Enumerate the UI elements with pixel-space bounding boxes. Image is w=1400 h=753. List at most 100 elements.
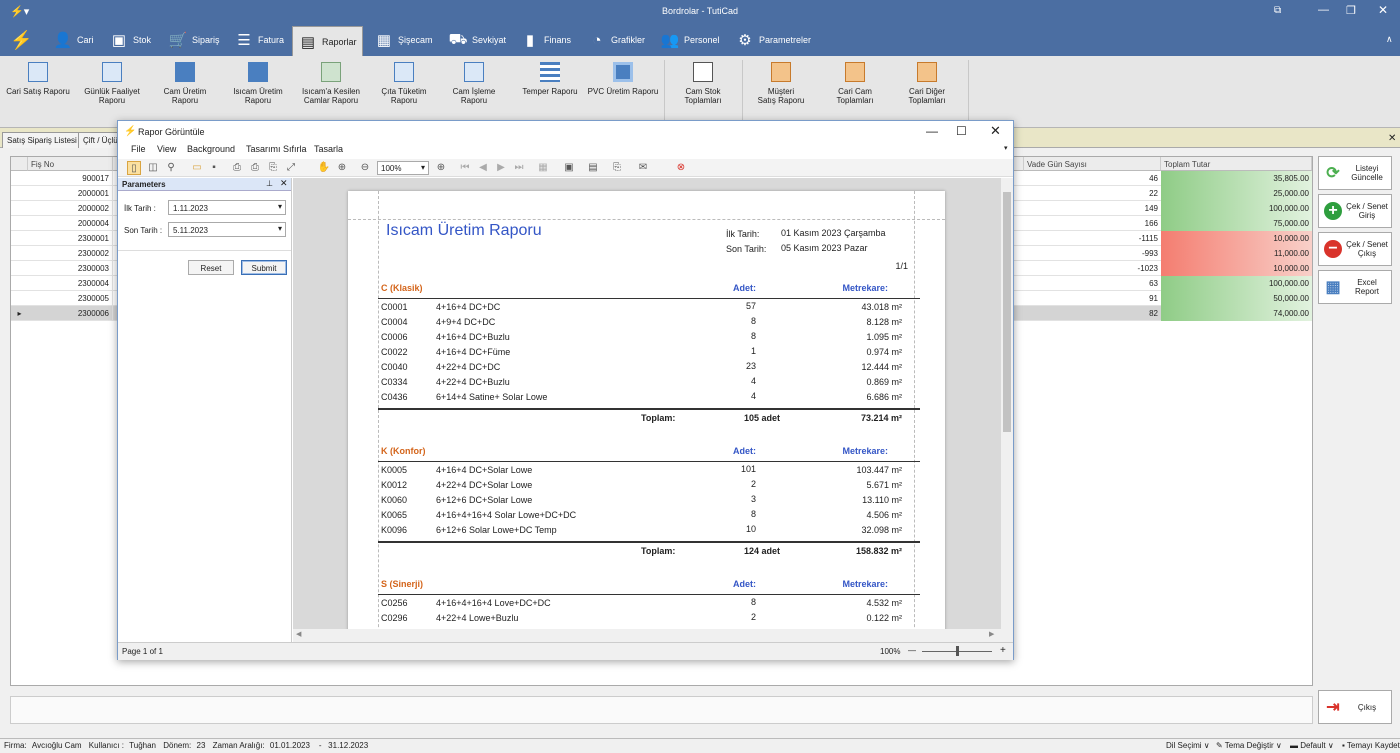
document-map-icon[interactable]: ◫ [146, 161, 160, 175]
son-tarih-input[interactable]: 5.11.2023 ▾ [168, 222, 286, 237]
zoom-out-icon[interactable]: ⊖ [358, 161, 372, 175]
menu-cari[interactable]: 👤 Cari [48, 24, 99, 56]
cek-senet-giris-button[interactable]: + Çek / Senet Giriş [1318, 194, 1392, 228]
find-icon[interactable]: ⚲ [164, 161, 178, 175]
refresh-list-button[interactable]: ⟳ Listeyi Güncelle [1318, 156, 1392, 190]
viewer-close-button[interactable]: ✕ [990, 123, 1001, 139]
grid-header-vade[interactable]: Vade Gün Sayısı [1024, 157, 1161, 171]
menu-background[interactable]: Background [187, 144, 235, 154]
pin-icon[interactable]: ⊥ [266, 179, 273, 188]
row-metrekare: 13.110 m² [862, 495, 902, 505]
ribbon-cam-stok[interactable]: Cam Stok Toplamları [670, 62, 736, 105]
grid-header-toplam[interactable]: Toplam Tutar [1161, 157, 1312, 171]
save-theme-button[interactable]: ▪ Temayı Kaydet [1342, 741, 1400, 750]
scroll-left-icon[interactable]: ◀ [296, 630, 301, 638]
page-setup-icon[interactable]: ⎘ [266, 161, 280, 175]
menu-file[interactable]: File [131, 144, 146, 154]
menu-sevkiyat[interactable]: ⛟ Sevkiyat [443, 24, 511, 56]
email-icon[interactable]: ✉ [636, 161, 650, 175]
ribbon-pvc-uretim[interactable]: PVC Üretim Raporu [586, 62, 660, 96]
ilk-tarih-input[interactable]: 1.11.2023 ▾ [168, 200, 286, 215]
ribbon-isicam-uretim[interactable]: Isıcam Üretim Raporu [224, 62, 292, 105]
glass-icon [175, 62, 195, 82]
vertical-scrollbar[interactable] [1001, 178, 1013, 629]
menu-view[interactable]: View [157, 144, 176, 154]
tab-satis-siparis-listesi[interactable]: Satış Sipariş Listesi [2, 132, 82, 148]
ribbon-musteri-satis[interactable]: Müşteri Satış Raporu [748, 62, 814, 105]
ribbon-cari-diger[interactable]: Cari Diğer Toplamları [894, 62, 960, 105]
open-icon[interactable]: ▭ [190, 161, 204, 175]
submit-button[interactable]: Submit [241, 260, 287, 275]
multiple-pages-icon[interactable]: ▦ [536, 161, 550, 175]
export-icon[interactable]: ⎘ [610, 161, 624, 175]
menu-fatura[interactable]: ☰ Fatura [229, 24, 289, 56]
print-icon[interactable]: ⎙ [230, 161, 244, 175]
theme-change-button[interactable]: ✎ Tema Değiştir ∨ [1216, 741, 1282, 750]
minimize-button[interactable]: — [1318, 4, 1329, 16]
scale-icon[interactable]: ⤢ [284, 161, 298, 175]
background-color-icon[interactable]: ▣ [562, 161, 576, 175]
cell-vade: 82 [1149, 309, 1158, 318]
menu-finans[interactable]: ▮ Finans [515, 24, 576, 56]
restore-icon[interactable]: ⧉ [1274, 5, 1281, 16]
zoom-plus-button[interactable]: + [1000, 645, 1006, 656]
menu-stok[interactable]: ▣ Stok [104, 24, 156, 56]
ribbon-cam-uretim[interactable]: Cam Üretim Raporu [152, 62, 218, 105]
quick-print-icon[interactable]: ⎙ [248, 161, 262, 175]
row-metrekare: 43.018 m² [861, 302, 902, 312]
parameters-icon[interactable]: ▯ [127, 161, 141, 175]
scroll-thumb[interactable] [1003, 192, 1011, 432]
collapse-ribbon-icon[interactable]: ∧ [1386, 34, 1393, 45]
excel-report-button[interactable]: ▦ Excel Report [1318, 270, 1392, 304]
cek-senet-cikis-button[interactable]: − Çek / Senet Çıkış [1318, 232, 1392, 266]
menu-sisecam[interactable]: ▦ Şişecam [369, 24, 438, 56]
row-description: 4+16+4 DC+DC [436, 302, 501, 312]
reset-button[interactable]: Reset [188, 260, 234, 275]
ribbon-cari-cam[interactable]: Cari Cam Toplamları [822, 62, 888, 105]
menu-tasarimi-sifirla[interactable]: Tasarımı Sıfırla [246, 144, 307, 154]
ribbon-gunluk-faaliyet[interactable]: Günlük Faaliyet Raporu [78, 62, 146, 105]
menu-overflow-icon[interactable]: ▾ [1004, 144, 1008, 152]
maximize-button[interactable]: ❐ [1346, 4, 1356, 17]
previous-page-icon[interactable]: ◀ [476, 161, 490, 175]
save-icon[interactable]: ▪ [207, 161, 221, 175]
menu-tasarla[interactable]: Tasarla [314, 144, 343, 154]
row-adet: 10 [745, 524, 756, 534]
exit-button[interactable]: ⇥ Çıkış [1318, 690, 1392, 724]
watermark-icon[interactable]: ▤ [586, 161, 600, 175]
tab-cift-uclu[interactable]: Çift / Üçlü [78, 132, 123, 148]
zoom-in-icon[interactable]: ⊕ [434, 161, 448, 175]
menu-siparis[interactable]: 🛒 Sipariş [163, 24, 225, 56]
first-page-icon[interactable]: ⏮ [458, 161, 472, 175]
ribbon-cita-tuketim[interactable]: Çıta Tüketim Raporu [372, 62, 436, 105]
next-page-icon[interactable]: ▶ [494, 161, 508, 175]
viewer-maximize-button[interactable]: ☐ [956, 124, 967, 138]
row-code: C0040 [381, 362, 408, 372]
ribbon-temper[interactable]: Temper Raporu [514, 62, 586, 96]
close-preview-icon[interactable]: ⊗ [674, 161, 688, 175]
zoom-select[interactable]: 100% ▾ [377, 161, 429, 175]
zoom-slider-thumb[interactable] [956, 646, 959, 656]
viewer-minimize-button[interactable]: — [926, 124, 938, 138]
magnifier-icon[interactable]: ⊕ [335, 161, 349, 175]
language-select[interactable]: Dil Seçimi ∨ [1166, 741, 1210, 750]
ribbon-isicam-kesilen[interactable]: Isıcam'a Kesilen Camlar Raporu [296, 62, 366, 105]
window-title: Bordrolar - TutiCad [661, 6, 739, 16]
close-button[interactable]: ✕ [1378, 3, 1388, 17]
scroll-right-icon[interactable]: ▶ [989, 630, 994, 638]
grid-header-fis-no[interactable]: Fiş No [28, 157, 113, 171]
ribbon-cam-isleme[interactable]: Cam İşleme Raporu [442, 62, 506, 105]
menu-raporlar[interactable]: ▤ Raporlar [292, 26, 363, 56]
last-page-icon[interactable]: ⏭ [512, 161, 526, 175]
theme-default-select[interactable]: ▬ Default ∨ [1290, 741, 1334, 750]
menu-grafikler[interactable]: ◔ Grafikler [582, 24, 650, 56]
zoom-minus-button[interactable]: — [908, 646, 916, 655]
ribbon-cari-satis-raporu[interactable]: Cari Satış Raporu [4, 62, 72, 96]
horizontal-scrollbar[interactable]: ◀ ▶ [293, 629, 1013, 642]
panel-close-icon[interactable]: ✕ [280, 178, 288, 189]
close-tab-icon[interactable]: ✕ [1388, 133, 1396, 144]
hand-tool-icon[interactable]: ✋ [317, 161, 331, 175]
menu-personel[interactable]: 👥 Personel [655, 24, 725, 56]
report-son-value: 05 Kasım 2023 Pazar [781, 243, 868, 253]
menu-parametreler[interactable]: ⚙ Parametreler [730, 24, 816, 56]
